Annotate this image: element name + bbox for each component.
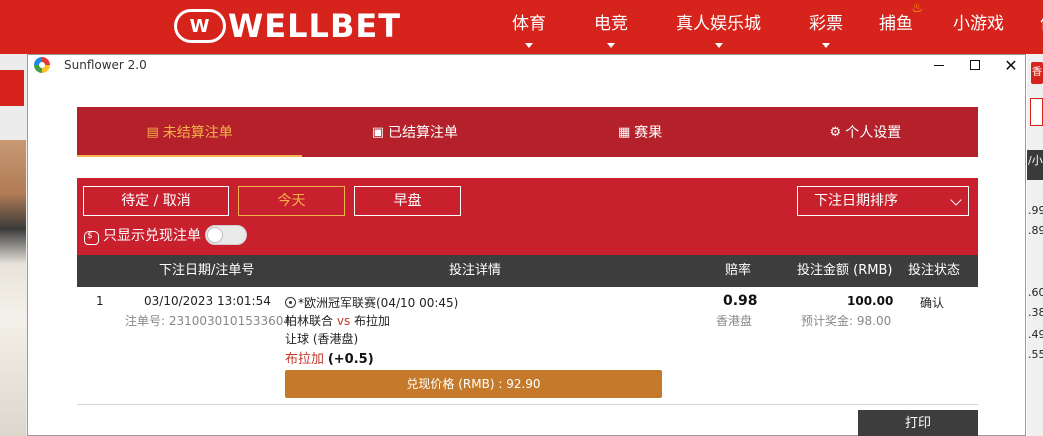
stake-amount: 100.00 (847, 294, 894, 308)
bet-datetime: 03/10/2023 13:01:54 (144, 294, 271, 308)
site-header: W WELLBET 体育 电竞 真人娱乐城 彩票 捕鱼♨ 小游戏 优 (0, 0, 1043, 54)
maximize-button[interactable] (957, 55, 993, 76)
maximize-icon (970, 60, 980, 70)
nav-promotions[interactable]: 优 (1028, 0, 1043, 54)
flame-icon: ♨ (911, 1, 923, 16)
odds-value: 0.98 (723, 293, 758, 309)
caret-down-icon (607, 43, 615, 48)
header-stake: 投注金额 (RMB) (797, 263, 893, 278)
tab-results[interactable]: ▦ 赛果 (528, 107, 753, 157)
nav-esports[interactable]: 电竞 (582, 0, 640, 54)
sort-select-value: 下注日期排序 (814, 193, 898, 209)
cashout-only-toggle[interactable] (205, 225, 247, 245)
estimated-payout: 预计奖金: 98.00 (801, 314, 892, 328)
soccer-ball-icon (285, 297, 296, 308)
league-name: *欧洲冠军联赛(04/10 00:45) (298, 296, 459, 310)
scoreboard-icon: ▦ (617, 124, 631, 140)
row-index: 1 (96, 294, 104, 308)
early-market-button[interactable]: 早盘 (354, 186, 461, 216)
vs-label: vs (336, 314, 351, 328)
tab-label: 未结算注单 (162, 125, 233, 141)
caret-down-icon (714, 43, 723, 48)
league-line: *欧洲冠军联赛(04/10 00:45) (285, 294, 458, 311)
tab-unsettled-bets[interactable]: ▤ 未结算注单 (77, 107, 303, 157)
table-row: 1 03/10/2023 13:01:54 注单号: 2310030101533… (77, 287, 978, 405)
logo-mark: W (174, 9, 226, 43)
tab-settled-bets[interactable]: ▣ 已结算注单 (302, 107, 527, 157)
bets-table-header: 下注日期/注单号 投注详情 赔率 投注金额 (RMB) 投注状态 (77, 255, 978, 287)
ticket-number: 注单号: 2310030101533604 (125, 314, 292, 328)
filter-panel: 待定 / 取消 今天 早盘 下注日期排序 只显示兑现注单 (77, 178, 978, 255)
caret-down-icon (822, 43, 830, 48)
tab-label: 个人设置 (845, 125, 902, 141)
minimize-button[interactable] (921, 55, 957, 76)
wellbet-logo[interactable]: W WELLBET (174, 7, 402, 45)
nav-fishing-label: 捕鱼 (879, 14, 913, 34)
handicap-value: (+0.5) (327, 352, 374, 367)
header-odds: 赔率 (725, 263, 752, 278)
selection-team: 布拉加 (285, 352, 325, 367)
tab-settings[interactable]: ⚙ 个人设置 (753, 107, 978, 157)
tab-label: 赛果 (634, 125, 663, 141)
pending-cancelled-button[interactable]: 待定 / 取消 (83, 186, 229, 216)
match-teams: 柏林联合 vs 布拉加 (285, 312, 390, 329)
receipt-icon: ▤ (146, 124, 159, 140)
close-button[interactable]: ✕ (993, 55, 1029, 76)
logo-text: WELLBET (228, 7, 402, 45)
nav-lottery-label: 彩票 (809, 14, 843, 34)
selection-line: 布拉加 (+0.5) (285, 348, 374, 367)
today-button[interactable]: 今天 (238, 186, 345, 216)
background-odds: .99 (1028, 204, 1043, 217)
background-right-button-label: 香 (1032, 67, 1042, 78)
cashout-only-row: 只显示兑现注单 (83, 223, 247, 247)
background-player-image (0, 140, 26, 436)
nav-lottery[interactable]: 彩票 (797, 0, 855, 54)
background-odds: .89 (1028, 224, 1043, 237)
nav-live-casino-label: 真人娱乐城 (676, 14, 761, 34)
caret-down-icon (525, 43, 533, 48)
minimize-icon (934, 64, 944, 66)
bet-status: 确认 (920, 296, 945, 310)
site-nav: 体育 电竞 真人娱乐城 彩票 捕鱼♨ 小游戏 优 (500, 0, 1043, 54)
background-right-label: /小 (1028, 154, 1043, 167)
header-date-ticket: 下注日期/注单号 (159, 263, 255, 278)
away-team: 布拉加 (354, 314, 391, 328)
gear-icon: ⚙ (829, 124, 842, 140)
cashout-button[interactable]: 兑现价格 (RMB) : 92.90 (285, 370, 662, 398)
print-button[interactable]: 打印 (858, 410, 978, 436)
background-odds: .55 (1028, 348, 1043, 361)
nav-sports[interactable]: 体育 (500, 0, 558, 54)
sunflower-app-icon (34, 57, 50, 73)
title-bar[interactable]: Sunflower 2.0 ✕ (28, 55, 1025, 76)
sort-select[interactable]: 下注日期排序 (797, 186, 969, 216)
background-left-banner (0, 70, 24, 106)
header-status: 投注状态 (908, 263, 961, 278)
tab-label: 已结算注单 (388, 125, 459, 141)
background-right-button[interactable]: 香 (1031, 62, 1043, 84)
header-bet-details: 投注详情 (449, 263, 502, 278)
nav-mini-games-label: 小游戏 (953, 14, 1004, 34)
background-right-box (1030, 98, 1043, 126)
nav-fishing[interactable]: 捕鱼 ♨ (867, 0, 925, 54)
main-tabs: ▤ 未结算注单 ▣ 已结算注单 ▦ 赛果 ⚙ 个人设置 (77, 107, 978, 157)
settled-icon: ▣ (371, 124, 385, 140)
nav-mini-games[interactable]: 小游戏 (941, 0, 1016, 54)
nav-esports-label: 电竞 (594, 14, 628, 34)
market-type: 让球 (香港盘) (285, 332, 359, 346)
nav-live-casino[interactable]: 真人娱乐城 (664, 0, 773, 54)
close-icon: ✕ (1004, 56, 1018, 75)
money-bag-icon (83, 226, 99, 245)
odds-type: 香港盘 (716, 314, 753, 328)
background-odds: .60 (1028, 286, 1043, 299)
nav-sports-label: 体育 (512, 14, 546, 34)
cashout-only-label: 只显示兑现注单 (103, 228, 201, 244)
background-odds: .49 (1028, 328, 1043, 341)
app-window: Sunflower 2.0 ✕ ▤ 未结算注单 ▣ 已结算注单 ▦ 赛果 ⚙ 个… (27, 54, 1026, 436)
toggle-knob (207, 227, 223, 243)
background-odds: .38 (1028, 306, 1043, 319)
home-team: 柏林联合 (285, 314, 334, 328)
window-title: Sunflower 2.0 (64, 58, 147, 72)
chevron-down-icon (950, 194, 962, 206)
